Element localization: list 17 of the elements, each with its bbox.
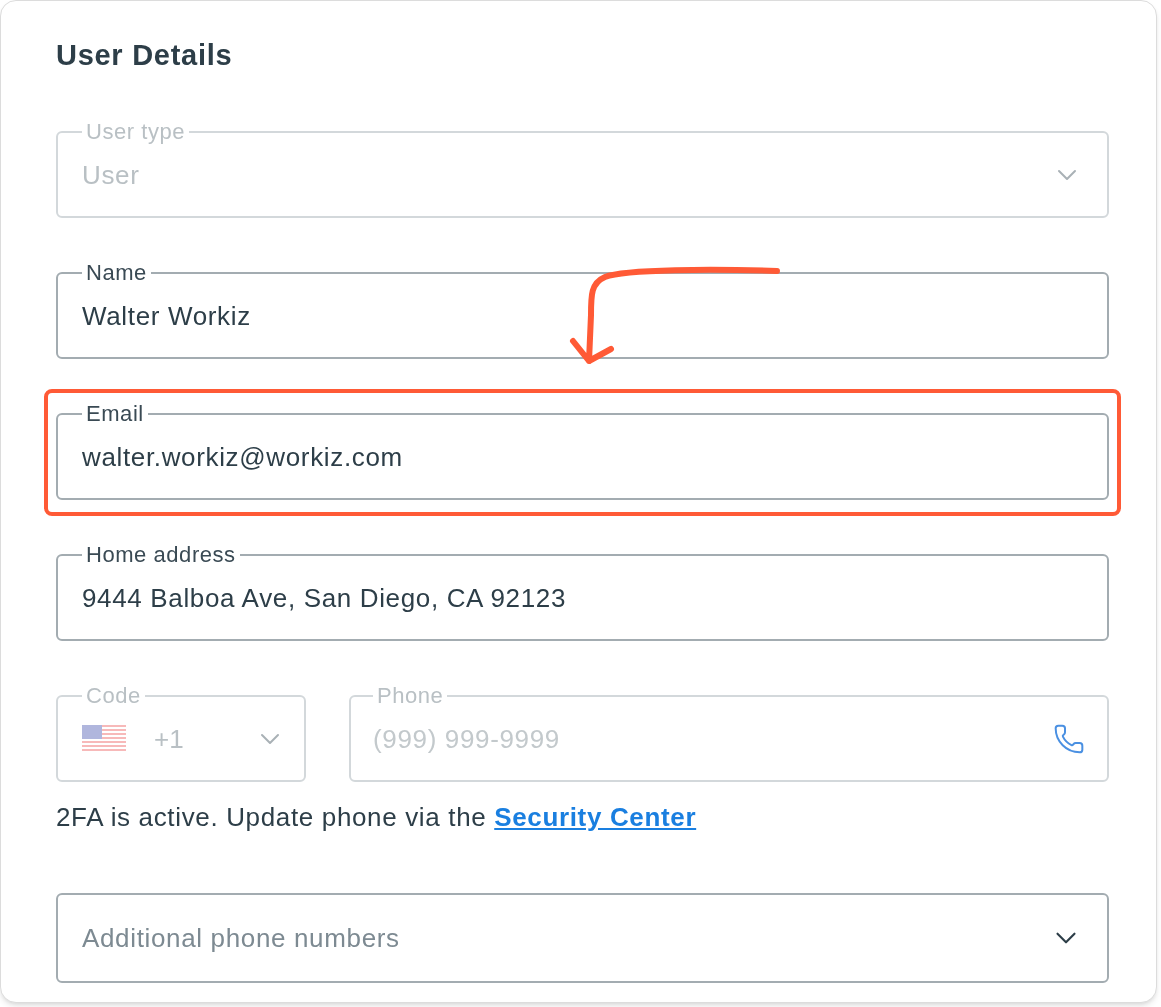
field-label: Home address (85, 542, 237, 568)
section-title: User Details (56, 38, 234, 73)
field-label: Email (85, 401, 145, 427)
text-input[interactable]: 9444 Balboa Ave, San Diego, CA 92123 (82, 578, 1083, 618)
text-input[interactable]: walter.workiz@workiz.com (82, 437, 1083, 477)
field-label: Phone (376, 683, 445, 709)
additional-phones-dropdown[interactable]: Additional phone numbers (56, 893, 1109, 983)
dropdown-placeholder: Additional phone numbers (82, 921, 401, 955)
text-input[interactable]: Walter Workiz (82, 296, 1083, 336)
field-label: User type (85, 119, 187, 145)
field-label: Name (85, 260, 148, 286)
field-label: Code (85, 683, 142, 709)
security-center-link[interactable]: Security Center (494, 802, 697, 832)
flag-icon (82, 725, 126, 753)
phone-icon (1053, 723, 1085, 755)
two-factor-note: 2FA is active. Update phone via the Security Center (56, 801, 698, 834)
code-value: +1 (154, 722, 185, 756)
